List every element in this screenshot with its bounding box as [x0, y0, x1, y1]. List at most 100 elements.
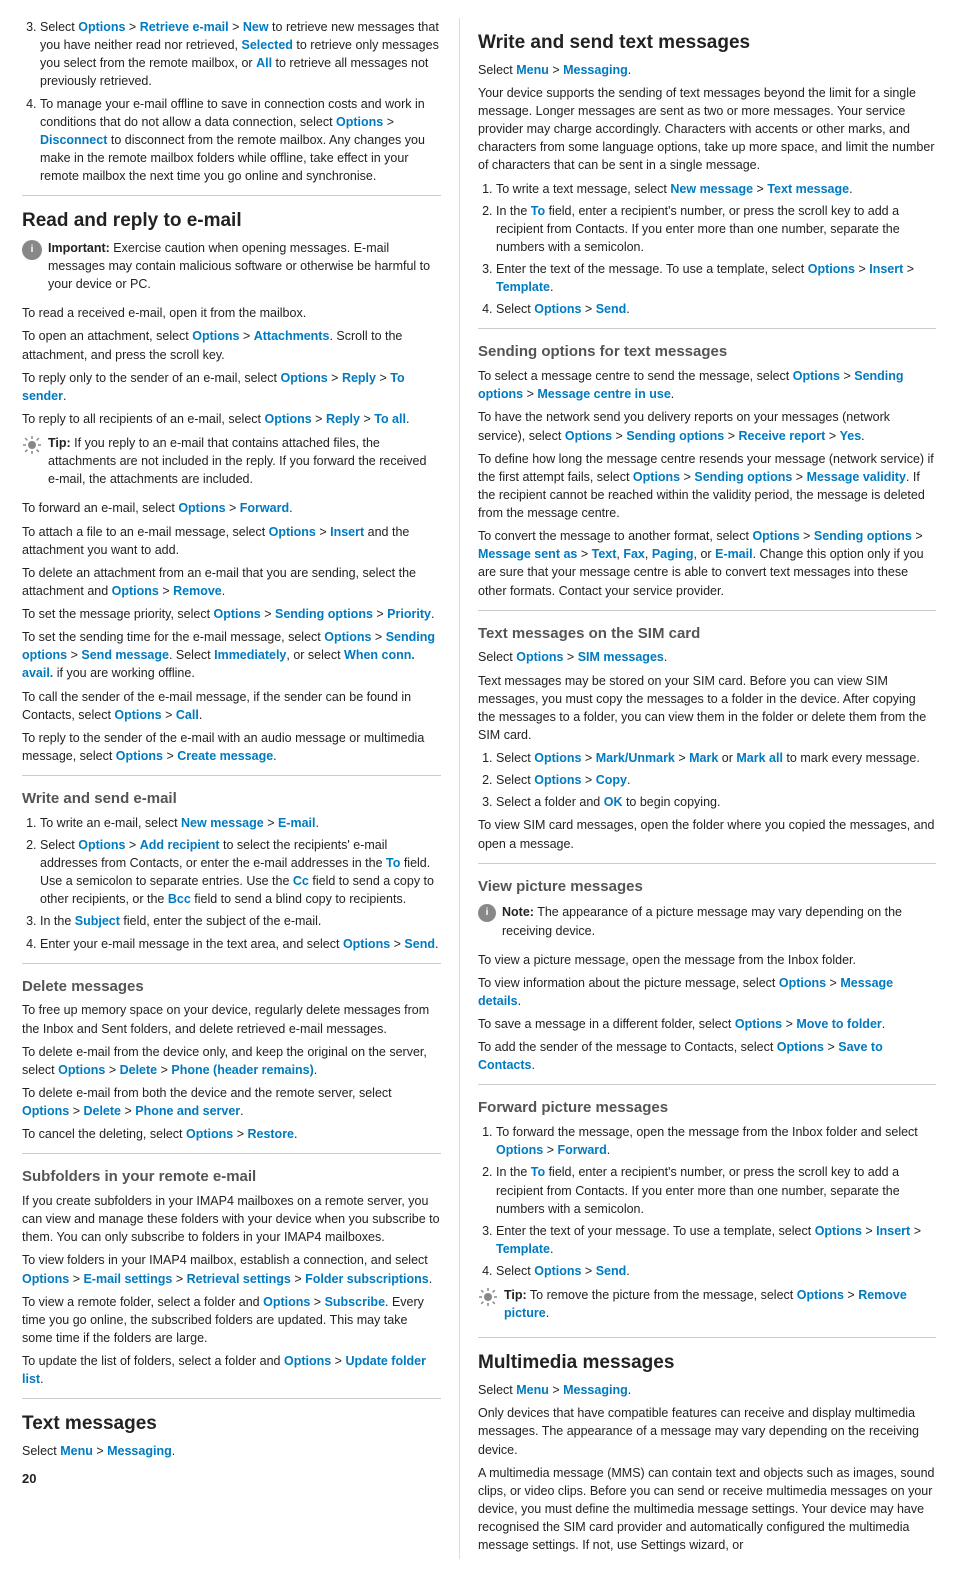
delete-para1: To free up memory space on your device, …	[22, 1001, 441, 1037]
opt-options-so3: Options	[633, 470, 680, 484]
text-messages-heading: Text messages	[22, 1413, 441, 1436]
write-send-email-heading: Write and send e-mail	[22, 788, 441, 810]
opt-options-so2: Options	[565, 429, 612, 443]
text-sim-para2: To view SIM card messages, open the fold…	[478, 816, 936, 852]
opt-reply-2: Reply	[326, 412, 360, 426]
opt-immediately: Immediately	[214, 648, 286, 662]
opt-options-sim: Options	[516, 650, 563, 664]
write-send-text-heading: Write and send text messages	[478, 32, 936, 55]
tip-sun-icon-fp	[478, 1287, 498, 1307]
fp-item-4: Select Options > Send.	[496, 1262, 936, 1280]
tip-text-fp: Tip: To remove the picture from the mess…	[504, 1286, 936, 1322]
fp-item-3: Enter the text of your message. To use a…	[496, 1222, 936, 1258]
opt-options-fp1: Options	[496, 1143, 543, 1157]
subfolders-para3: To view a remote folder, select a folder…	[22, 1293, 441, 1347]
opt-phone-server: Phone and server	[135, 1104, 240, 1118]
text-sim-heading: Text messages on the SIM card	[478, 623, 936, 645]
opt-phone-header: Phone (header remains)	[171, 1063, 313, 1077]
read-para9: To set the sending time for the e-mail m…	[22, 628, 441, 682]
sending-options-heading: Sending options for text messages	[478, 341, 936, 363]
opt-options-add: Options	[78, 838, 125, 852]
opt-options-call: Options	[114, 708, 161, 722]
opt-remove: Remove	[173, 584, 222, 598]
opt-delete-1: Delete	[120, 1063, 158, 1077]
opt-create-message: Create message	[177, 749, 273, 763]
opt-text-format: Text	[592, 547, 617, 561]
opt-subject: Subject	[75, 914, 120, 928]
tip-box-1: Tip: If you reply to an e-mail that cont…	[22, 434, 441, 493]
opt-messaging-mm: Messaging	[563, 1383, 628, 1397]
multimedia-heading: Multimedia messages	[478, 1352, 936, 1375]
opt-insert: Insert	[330, 525, 364, 539]
opt-options-sim2: Options	[534, 773, 581, 787]
opt-to-wt: To	[531, 204, 545, 218]
opt-disconnect: Disconnect	[40, 133, 107, 147]
opt-options-sub1: Options	[22, 1272, 69, 1286]
read-para2: To open an attachment, select Options > …	[22, 327, 441, 363]
opt-reply-1: Reply	[342, 371, 376, 385]
fp-item-2: In the To field, enter a recipient's num…	[496, 1163, 936, 1217]
opt-insert-wt: Insert	[869, 262, 903, 276]
wt-item-2: In the To field, enter a recipient's num…	[496, 202, 936, 256]
note-text: Note: The appearance of a picture messag…	[502, 903, 936, 939]
delete-para2: To delete e-mail from the device only, a…	[22, 1043, 441, 1079]
opt-sending-options-so3: Sending options	[694, 470, 792, 484]
opt-options: Options	[78, 20, 125, 34]
opt-menu-mm: Menu	[516, 1383, 549, 1397]
opt-selected: Selected	[242, 38, 293, 52]
opt-mark-all: Mark all	[736, 751, 783, 765]
divider-r4	[478, 1084, 936, 1085]
forward-picture-heading: Forward picture messages	[478, 1097, 936, 1119]
opt-options-fp2: Options	[815, 1224, 862, 1238]
opt-send-fp: Send	[596, 1264, 627, 1278]
opt-menu-wt: Menu	[516, 63, 549, 77]
opt-paging: Paging	[652, 547, 694, 561]
divider-1	[22, 195, 441, 196]
opt-subscribe: Subscribe	[325, 1295, 385, 1309]
view-para1: To view a picture message, open the mess…	[478, 951, 936, 969]
opt-restore: Restore	[247, 1127, 294, 1141]
forward-picture-list: To forward the message, open the message…	[496, 1123, 936, 1280]
divider-5	[22, 1398, 441, 1399]
read-para8: To set the message priority, select Opti…	[22, 605, 441, 623]
opt-messaging-wt: Messaging	[563, 63, 628, 77]
text-sim-para1: Text messages may be stored on your SIM …	[478, 672, 936, 745]
sim-item-2: Select Options > Copy.	[496, 771, 936, 789]
opt-insert-fp: Insert	[876, 1224, 910, 1238]
multimedia-para2: A multimedia message (MMS) can contain t…	[478, 1464, 936, 1555]
opt-options-so1: Options	[793, 369, 840, 383]
opt-send-wt: Send	[596, 302, 627, 316]
opt-options-del1: Options	[58, 1063, 105, 1077]
write-text-para1: Your device supports the sending of text…	[478, 84, 936, 175]
subfolders-para4: To update the list of folders, select a …	[22, 1352, 441, 1388]
opt-options-wt: Options	[808, 262, 855, 276]
sim-item-1: Select Options > Mark/Unmark > Mark or M…	[496, 749, 936, 767]
opt-options-r2: Options	[264, 412, 311, 426]
text-sim-select: Select Options > SIM messages.	[478, 648, 936, 666]
ws-item-3: In the Subject field, enter the subject …	[40, 912, 441, 930]
opt-options-del2: Options	[22, 1104, 69, 1118]
ws-item-1: To write an e-mail, select New message >…	[40, 814, 441, 832]
divider-r3	[478, 863, 936, 864]
opt-retrieval-settings: Retrieval settings	[187, 1272, 291, 1286]
opt-attachments: Attachments	[254, 329, 330, 343]
divider-4	[22, 1153, 441, 1154]
opt-mark: Mark	[689, 751, 718, 765]
text-messages-select: Select Menu > Messaging.	[22, 1442, 441, 1460]
opt-email: E-mail	[278, 816, 316, 830]
opt-send: Send	[404, 937, 435, 951]
important-icon: i	[22, 240, 42, 260]
delete-para3: To delete e-mail from both the device an…	[22, 1084, 441, 1120]
read-para4: To reply to all recipients of an e-mail,…	[22, 410, 441, 428]
opt-sending-options-so2: Sending options	[626, 429, 724, 443]
opt-send-message: Send message	[81, 648, 169, 662]
view-para3: To save a message in a different folder,…	[478, 1015, 936, 1033]
opt-options-vp: Options	[779, 976, 826, 990]
opt-messaging-txt: Messaging	[107, 1444, 172, 1458]
tip-box-fp: Tip: To remove the picture from the mess…	[478, 1286, 936, 1327]
opt-update-folder-list: Update folder list	[22, 1354, 426, 1386]
divider-3	[22, 963, 441, 964]
delete-messages-heading: Delete messages	[22, 976, 441, 998]
opt-add-recipient: Add recipient	[140, 838, 220, 852]
view-para2: To view information about the picture me…	[478, 974, 936, 1010]
